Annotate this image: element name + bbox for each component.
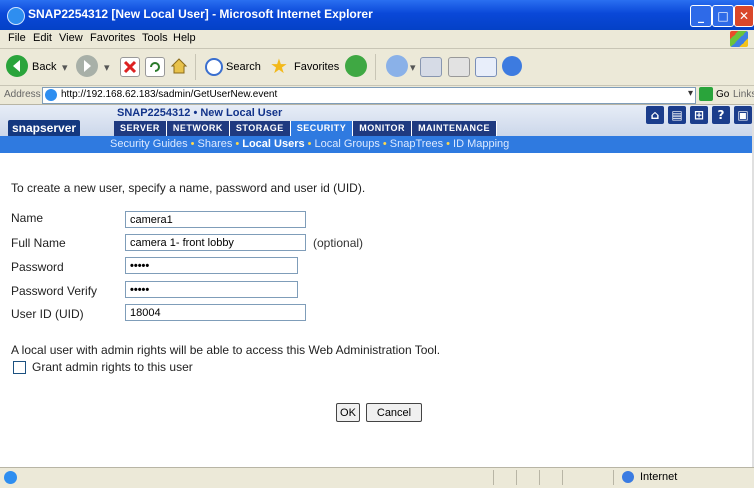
full-name-label: Full Name xyxy=(11,236,66,250)
messenger-icon[interactable] xyxy=(502,56,522,76)
security-subnav: Security Guides • Shares • Local Users • Local… xyxy=(0,136,754,153)
password-verify-input[interactable]: ••••• xyxy=(125,281,298,298)
full-name-hint: (optional) xyxy=(313,236,364,250)
tab-maintenance[interactable]: MAINTENANCE xyxy=(412,121,498,136)
mail-icon[interactable] xyxy=(420,57,442,77)
menu-file[interactable]: File xyxy=(8,32,26,44)
uid-label: User ID (UID) xyxy=(11,307,84,321)
close-button[interactable]: ✕ xyxy=(734,5,754,27)
address-bar: Address http://192.168.62.183/sadmin/Get… xyxy=(0,86,754,105)
zone-label: Internet xyxy=(640,471,678,483)
help-icon[interactable]: ? xyxy=(712,106,730,124)
tab-server[interactable]: SERVER xyxy=(114,121,167,136)
history-dropdown-icon[interactable]: ▾ xyxy=(410,61,416,74)
address-label: Address xyxy=(4,89,41,100)
save-icon[interactable]: ▣ xyxy=(734,106,752,124)
back-button-label[interactable]: Back xyxy=(32,61,56,73)
forward-dropdown-icon[interactable]: ▾ xyxy=(104,61,110,74)
snapserver-logo: snapserver xyxy=(8,120,81,137)
full-name-input[interactable]: camera 1- front lobby xyxy=(125,234,306,251)
menu-bar: File Edit View Favorites Tools Help xyxy=(0,30,754,49)
name-input[interactable]: camera1 xyxy=(125,211,306,228)
menu-edit[interactable]: Edit xyxy=(33,32,52,44)
subnav-snaptrees[interactable]: SnapTrees xyxy=(390,138,443,150)
main-tabs: SERVER NETWORK STORAGE SECURITY MONITOR … xyxy=(114,121,498,136)
status-bar: Internet xyxy=(0,467,754,488)
ie-icon xyxy=(7,7,25,25)
menu-view[interactable]: View xyxy=(59,32,83,44)
stop-icon[interactable] xyxy=(120,57,140,77)
grant-admin-label[interactable]: Grant admin rights to this user xyxy=(32,360,193,374)
network-icon[interactable]: ⊞ xyxy=(690,106,708,124)
refresh-icon[interactable] xyxy=(145,57,165,77)
history-icon[interactable] xyxy=(386,55,408,77)
snap-header: snapserver SNAP2254312 • New Local User … xyxy=(0,105,754,137)
password-verify-label: Password Verify xyxy=(11,284,98,298)
search-button-label[interactable]: Search xyxy=(226,61,261,73)
address-dropdown-icon[interactable]: ▾ xyxy=(688,88,693,99)
minimize-button[interactable]: _ xyxy=(690,5,712,27)
tab-monitor[interactable]: MONITOR xyxy=(353,121,413,136)
grant-admin-checkbox[interactable] xyxy=(13,361,26,374)
server-icon[interactable]: ▤ xyxy=(668,106,686,124)
password-input[interactable]: ••••• xyxy=(125,257,298,274)
name-label: Name xyxy=(11,211,44,225)
back-arrow-icon[interactable] xyxy=(6,55,28,77)
address-url: http://192.168.62.183/sadmin/GetUserNew.… xyxy=(61,89,278,100)
maximize-button[interactable]: □ xyxy=(712,5,734,27)
favorites-star-icon[interactable]: ★ xyxy=(270,55,292,77)
cancel-button[interactable]: Cancel xyxy=(366,403,422,422)
subnav-local-users[interactable]: Local Users xyxy=(242,138,304,150)
ok-button[interactable]: OK xyxy=(336,403,360,422)
page-title: SNAP2254312 • New Local User xyxy=(117,107,283,119)
status-page-icon xyxy=(4,471,17,484)
uid-input[interactable]: 18004 xyxy=(125,304,306,321)
menu-tools[interactable]: Tools xyxy=(142,32,168,44)
admin-note: A local user with admin rights will be a… xyxy=(11,343,441,357)
address-input[interactable]: http://192.168.62.183/sadmin/GetUserNew.… xyxy=(42,87,696,104)
links-button[interactable]: Links xyxy=(733,89,754,100)
page-icon xyxy=(45,89,57,101)
tab-network[interactable]: NETWORK xyxy=(166,121,230,136)
search-icon[interactable] xyxy=(205,58,223,76)
home-icon[interactable]: ⌂ xyxy=(646,106,664,124)
password-label: Password xyxy=(11,260,64,274)
print-icon[interactable] xyxy=(448,57,470,77)
subnav-local-groups[interactable]: Local Groups xyxy=(314,138,379,150)
tab-security[interactable]: SECURITY xyxy=(290,121,354,136)
window-title-bar[interactable]: SNAP2254312 [New Local User] - Microsoft… xyxy=(0,0,754,30)
favorites-button-label[interactable]: Favorites xyxy=(294,61,339,73)
forward-arrow-icon[interactable] xyxy=(76,55,98,77)
subnav-id-mapping[interactable]: ID Mapping xyxy=(453,138,509,150)
subnav-security-guides[interactable]: Security Guides xyxy=(110,138,188,150)
form-intro: To create a new user, specify a name, pa… xyxy=(11,181,366,195)
back-dropdown-icon[interactable]: ▾ xyxy=(62,61,68,74)
go-arrow-icon[interactable] xyxy=(699,87,713,101)
page-content: snapserver SNAP2254312 • New Local User … xyxy=(0,105,754,467)
menu-help[interactable]: Help xyxy=(173,32,196,44)
go-button[interactable]: Go xyxy=(716,89,729,100)
internet-zone-icon xyxy=(622,471,634,483)
tab-storage[interactable]: STORAGE xyxy=(229,121,291,136)
edit-icon[interactable] xyxy=(475,57,497,77)
subnav-shares[interactable]: Shares xyxy=(198,138,233,150)
browser-toolbar: Back ▾ ▾ Search ★ Favorites ▾ xyxy=(0,49,754,86)
media-icon[interactable] xyxy=(345,55,367,77)
header-icons: ⌂ ▤ ⊞ ? ▣ xyxy=(642,106,752,124)
home-page-icon[interactable] xyxy=(170,57,188,75)
windows-logo-icon xyxy=(730,31,748,47)
menu-favorites[interactable]: Favorites xyxy=(90,32,135,44)
window-title: SNAP2254312 [New Local User] - Microsoft… xyxy=(28,7,373,21)
